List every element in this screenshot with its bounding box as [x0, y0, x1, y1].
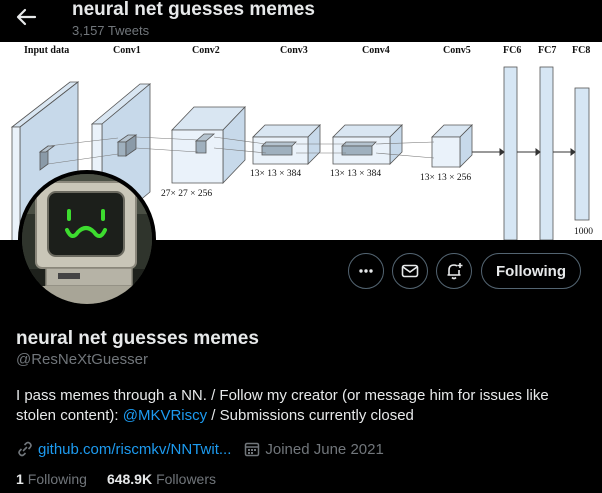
- following-stat-link[interactable]: 1 Following: [16, 471, 87, 487]
- retro-computer-avatar-image: [22, 174, 152, 304]
- followers-stat-link[interactable]: 648.9K Followers: [107, 471, 216, 487]
- header-title: neural net guesses memes: [72, 0, 315, 20]
- layer-fc8-block: [574, 87, 590, 221]
- back-button[interactable]: [14, 6, 38, 28]
- conv4-dims: 13× 13 × 384: [330, 169, 381, 179]
- followers-label: Followers: [156, 471, 216, 487]
- following-button[interactable]: Following: [481, 253, 581, 289]
- layer-label-fc8: FC8: [572, 45, 590, 56]
- following-count: 1: [16, 471, 24, 487]
- follow-stats: 1 Following 648.9K Followers: [16, 471, 216, 487]
- arrow-left-icon: [16, 8, 37, 26]
- joined-date: Joined June 2021: [265, 440, 384, 458]
- notifications-button[interactable]: [436, 253, 472, 289]
- avatar[interactable]: [18, 170, 156, 308]
- profile-bio: I pass memes through a NN. / Follow my c…: [16, 386, 586, 426]
- profile-name: neural net guesses memes: [16, 328, 259, 349]
- link-icon: [18, 441, 32, 457]
- message-button[interactable]: [392, 253, 428, 289]
- following-label: Following: [27, 471, 87, 487]
- layer-label-fc7: FC7: [538, 45, 556, 56]
- arrows: [472, 148, 576, 156]
- more-icon: [359, 269, 373, 273]
- followers-count: 648.9K: [106, 471, 153, 487]
- layer-conv4-block: [332, 124, 403, 165]
- conv3-dims: 13× 13 × 384: [250, 169, 301, 179]
- profile-handle: @ResNeXtGuesser: [16, 351, 148, 368]
- envelope-icon: [401, 264, 419, 278]
- website-link[interactable]: github.com/riscmkv/NNTwit...: [38, 441, 231, 458]
- conv2-dims: 27× 27 × 256: [161, 189, 212, 199]
- layer-label-fc6: FC6: [503, 45, 521, 56]
- layer-label-conv5: Conv5: [443, 45, 471, 56]
- layer-label-conv4: Conv4: [362, 45, 390, 56]
- calendar-icon: [245, 442, 260, 457]
- tweet-count: 3,157 Tweets: [72, 23, 150, 38]
- more-options-button[interactable]: [348, 253, 384, 289]
- layer-fc7-block: [539, 66, 554, 240]
- profile-header: neural net guesses memes 3,157 Tweets: [0, 0, 602, 42]
- layer-label-conv1: Conv1: [113, 45, 141, 56]
- layer-conv5-block: [431, 124, 473, 168]
- fc8-dims: 1000: [574, 227, 593, 237]
- layer-fc6-block: [503, 66, 518, 240]
- layer-conv2-block: [171, 106, 246, 184]
- bell-plus-icon: [447, 263, 463, 280]
- layer-conv3-block: [252, 124, 321, 165]
- layer-label-conv2: Conv2: [192, 45, 220, 56]
- profile-meta: github.com/riscmkv/NNTwit... Joined June…: [16, 439, 384, 459]
- layer-label-input: Input data: [24, 45, 69, 56]
- bio-tail: / Submissions currently closed: [207, 407, 414, 424]
- layer-label-conv3: Conv3: [280, 45, 308, 56]
- conv5-dims: 13× 13 × 256: [420, 173, 471, 183]
- bio-mention-link[interactable]: @MKVRiscy: [123, 407, 207, 424]
